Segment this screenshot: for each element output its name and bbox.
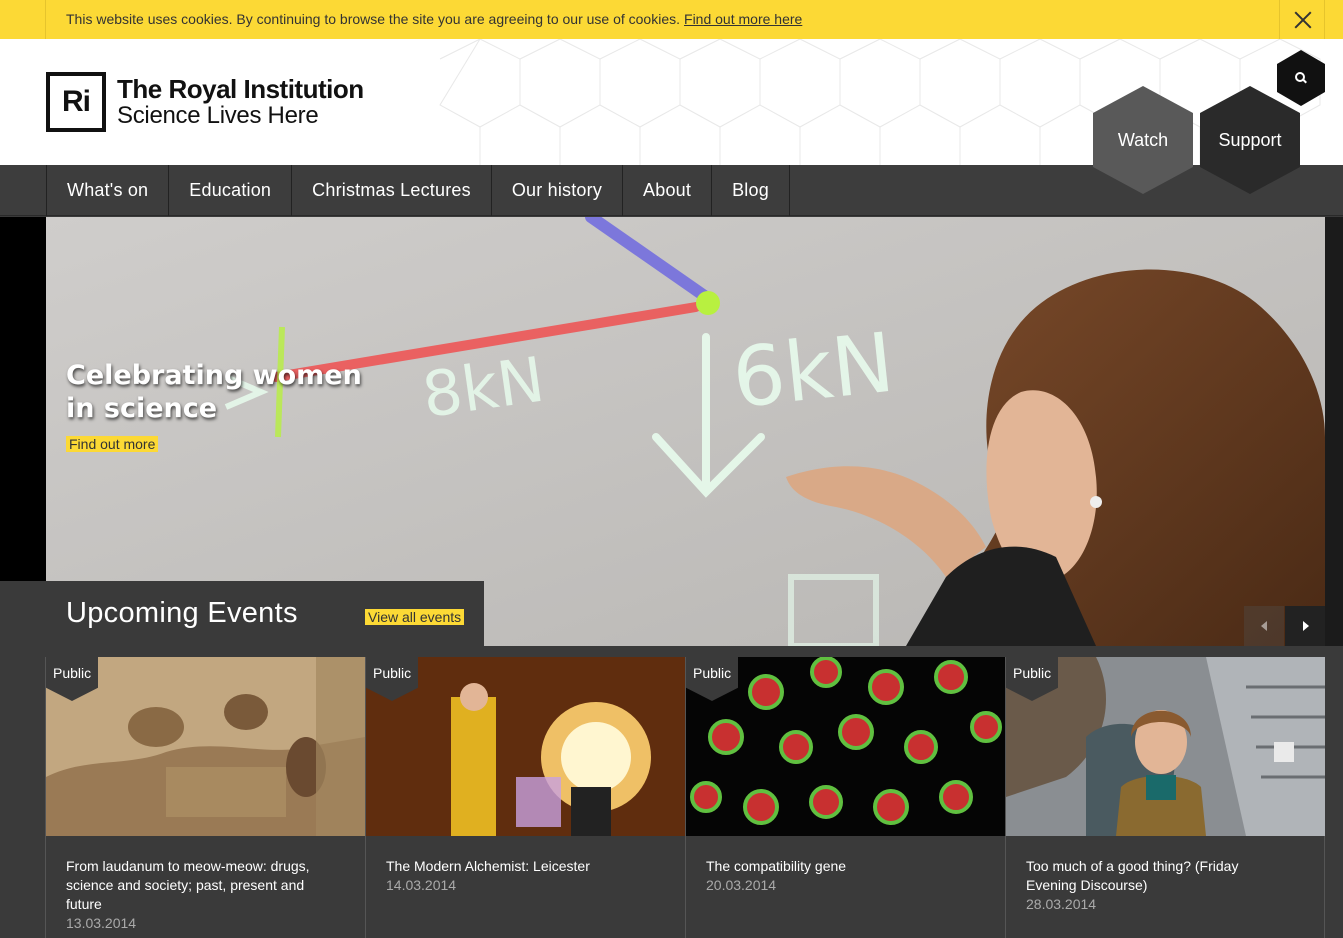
board-text-6kn: 6kN — [728, 316, 898, 427]
logo-title: The Royal Institution — [117, 74, 364, 104]
event-card[interactable]: Public The Modern Alchemist: Leicester 1… — [365, 657, 685, 938]
event-card[interactable]: Public The compatibility gene 20.03.2014 — [685, 657, 1005, 938]
nav-item-christmas-lectures[interactable]: Christmas Lectures — [292, 165, 492, 216]
upcoming-events-title: Upcoming Events — [66, 597, 298, 629]
cookie-message: This website uses cookies. By continuing… — [66, 11, 802, 27]
close-icon[interactable] — [1279, 0, 1324, 39]
logo-mark: Ri — [46, 72, 106, 132]
event-badge-label: Public — [373, 665, 412, 681]
nav-item-education[interactable]: Education — [169, 165, 293, 216]
nav-item-our-history[interactable]: Our history — [492, 165, 624, 216]
event-title-text: The Modern Alchemist: Leicester — [386, 858, 590, 874]
event-date: 28.03.2014 — [1026, 896, 1097, 912]
event-title[interactable]: The compatibility gene 20.03.2014 — [706, 857, 966, 895]
cookie-text: This website uses cookies. By continuing… — [66, 11, 681, 27]
cookie-bar: This website uses cookies. By continuing… — [0, 0, 1343, 39]
site-logo[interactable]: Ri The Royal Institution Science Lives H… — [46, 72, 364, 132]
upcoming-events-header: Upcoming Events View all events — [0, 581, 484, 646]
search-icon — [1295, 72, 1307, 84]
event-title[interactable]: The Modern Alchemist: Leicester 14.03.20… — [386, 857, 646, 895]
hero-side-left — [0, 217, 46, 581]
nav-item-whats-on[interactable]: What's on — [47, 165, 170, 216]
cookie-bar-inner: This website uses cookies. By continuing… — [45, 0, 1325, 39]
event-date: 14.03.2014 — [386, 877, 457, 893]
logo-tagline: Science Lives Here — [117, 102, 319, 129]
event-cards: Public From laudanum to meow-meow: drugs… — [45, 657, 1325, 938]
logo-wordmark: The Royal Institution Science Lives Here — [117, 76, 364, 128]
event-title[interactable]: Too much of a good thing? (Friday Evenin… — [1026, 857, 1286, 914]
event-title[interactable]: From laudanum to meow-meow: drugs, scien… — [66, 857, 326, 933]
hero-title: Celebrating women in science — [66, 360, 362, 424]
nav-item-about[interactable]: About — [623, 165, 713, 216]
event-badge-label: Public — [693, 665, 732, 681]
event-title-text: From laudanum to meow-meow: drugs, scien… — [66, 858, 310, 912]
event-date: 13.03.2014 — [66, 915, 137, 931]
event-date: 20.03.2014 — [706, 877, 777, 893]
event-card[interactable]: Public Too much of a good thing? (Friday… — [1005, 657, 1325, 938]
event-badge-label: Public — [53, 665, 92, 681]
nav-item-blog[interactable]: Blog — [712, 165, 790, 216]
event-title-text: Too much of a good thing? (Friday Evenin… — [1026, 858, 1239, 893]
cookie-find-out-more-link[interactable]: Find out more here — [684, 11, 802, 27]
event-title-text: The compatibility gene — [706, 858, 847, 874]
hero-side-right — [1325, 217, 1343, 646]
chevron-right-icon[interactable] — [1285, 606, 1325, 646]
event-badge-label: Public — [1013, 665, 1052, 681]
nav-list: What's on Education Christmas Lectures O… — [46, 165, 790, 216]
chevron-left-icon[interactable] — [1244, 606, 1284, 646]
view-all-events-button[interactable]: View all events — [365, 609, 465, 625]
event-card[interactable]: Public From laudanum to meow-meow: drugs… — [45, 657, 365, 938]
hero-find-out-more-button[interactable]: Find out more — [66, 436, 159, 452]
